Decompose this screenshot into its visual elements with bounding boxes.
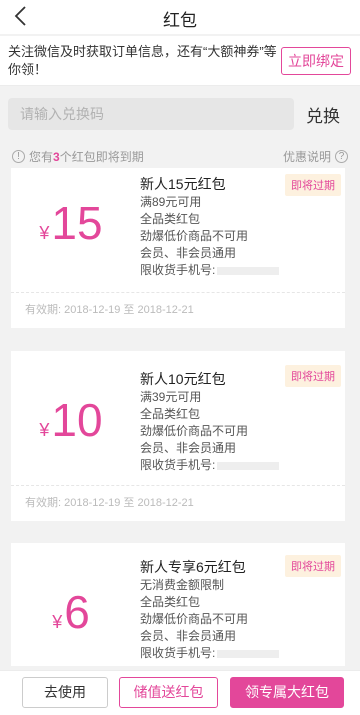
coupon-card[interactable]: ¥15 新人15元红包 满89元可用 全品类红包 劲爆低价商品不可用 会员、非会… <box>11 168 345 328</box>
coupon-condition: 满89元可用 <box>140 195 202 209</box>
masked-phone <box>217 461 280 470</box>
validity-period: 有效期: 2018-12-19 至 2018-12-21 <box>11 485 345 521</box>
coupon-body: ¥15 新人15元红包 满89元可用 全品类红包 劲爆低价商品不可用 会员、非会… <box>11 168 345 292</box>
recharge-bonus-button[interactable]: 储值送红包 <box>119 677 218 708</box>
phone-label: 限收货手机号: <box>140 263 216 277</box>
coupon-summary: ! 您有 3 个红包即将到期 优惠说明 ? <box>0 148 360 166</box>
phone-label: 限收货手机号: <box>140 458 216 472</box>
expiring-tag: 即将过期 <box>285 365 341 387</box>
coupon-exclusion: 劲爆低价商品不可用 <box>140 612 249 626</box>
bind-button[interactable]: 立即绑定 <box>281 47 351 75</box>
summary-suffix: 个红包即将到期 <box>59 150 144 164</box>
redeem-row: 兑换 <box>0 98 360 134</box>
currency-symbol: ¥ <box>39 420 50 440</box>
coupon-membership: 会员、非会员通用 <box>140 629 237 643</box>
info-icon: ! <box>12 150 25 163</box>
coupon-amount: ¥15 <box>11 196 131 250</box>
coupon-scope: 全品类红包 <box>140 407 201 421</box>
coupon-condition: 无消费金额限制 <box>140 578 225 592</box>
validity-period: 有效期: 2018-12-19 至 2018-12-21 <box>11 292 345 328</box>
use-button[interactable]: 去使用 <box>22 677 108 708</box>
coupon-phone: 限收货手机号: <box>140 262 340 279</box>
amount-value: 6 <box>64 586 90 638</box>
redeem-code-input[interactable] <box>8 98 294 130</box>
masked-phone <box>217 266 280 275</box>
coupon-amount: ¥10 <box>11 393 131 447</box>
coupon-card[interactable]: ¥10 新人10元红包 满39元可用 全品类红包 劲爆低价商品不可用 会员、非会… <box>11 351 345 521</box>
coupon-phone: 限收货手机号: <box>140 457 340 474</box>
coupon-scope: 全品类红包 <box>140 212 201 226</box>
coupon-exclusion: 劲爆低价商品不可用 <box>140 424 249 438</box>
claim-big-redpacket-button[interactable]: 领专属大红包 <box>230 677 344 708</box>
coupon-card[interactable]: ¥6 新人专享6元红包 无消费金额限制 全品类红包 劲爆低价商品不可用 会员、非… <box>11 543 345 666</box>
coupon-membership: 会员、非会员通用 <box>140 441 237 455</box>
redeem-button[interactable]: 兑换 <box>306 102 340 127</box>
wechat-notice: 关注微信及时获取订单信息，还有“大额神券”等你领！ 立即绑定 <box>0 36 360 86</box>
coupon-body: ¥6 新人专享6元红包 无消费金额限制 全品类红包 劲爆低价商品不可用 会员、非… <box>11 543 345 666</box>
page-title: 红包 <box>163 11 197 30</box>
bottom-action-bar: 去使用 储值送红包 领专属大红包 <box>0 670 360 715</box>
currency-symbol: ¥ <box>39 223 50 243</box>
expiring-tag: 即将过期 <box>285 174 341 196</box>
help-link[interactable]: 优惠说明 ? <box>283 148 348 165</box>
phone-label: 限收货手机号: <box>140 646 216 660</box>
coupon-exclusion: 劲爆低价商品不可用 <box>140 229 249 243</box>
nav-bar: 红包 <box>0 0 360 34</box>
amount-value: 15 <box>51 197 103 249</box>
coupon-list[interactable]: ¥15 新人15元红包 满89元可用 全品类红包 劲爆低价商品不可用 会员、非会… <box>0 168 360 666</box>
coupon-amount: ¥6 <box>11 585 131 639</box>
coupon-body: ¥10 新人10元红包 满39元可用 全品类红包 劲爆低价商品不可用 会员、非会… <box>11 351 345 485</box>
summary-prefix: 您有 <box>29 150 54 164</box>
currency-symbol: ¥ <box>52 612 63 632</box>
coupon-condition: 满39元可用 <box>140 390 202 404</box>
masked-phone <box>217 649 280 658</box>
coupon-scope: 全品类红包 <box>140 595 201 609</box>
wechat-notice-text: 关注微信及时获取订单信息，还有“大额神券”等你领！ <box>8 44 277 77</box>
coupon-membership: 会员、非会员通用 <box>140 246 237 260</box>
help-label[interactable]: 优惠说明 <box>283 148 331 165</box>
expiring-count: 3 <box>53 149 60 164</box>
amount-value: 10 <box>51 394 103 446</box>
expiring-summary: ! 您有 3 个红包即将到期 <box>12 148 144 165</box>
help-icon[interactable]: ? <box>335 150 348 163</box>
expiring-tag: 即将过期 <box>285 555 341 577</box>
coupon-phone: 限收货手机号: <box>140 645 340 662</box>
